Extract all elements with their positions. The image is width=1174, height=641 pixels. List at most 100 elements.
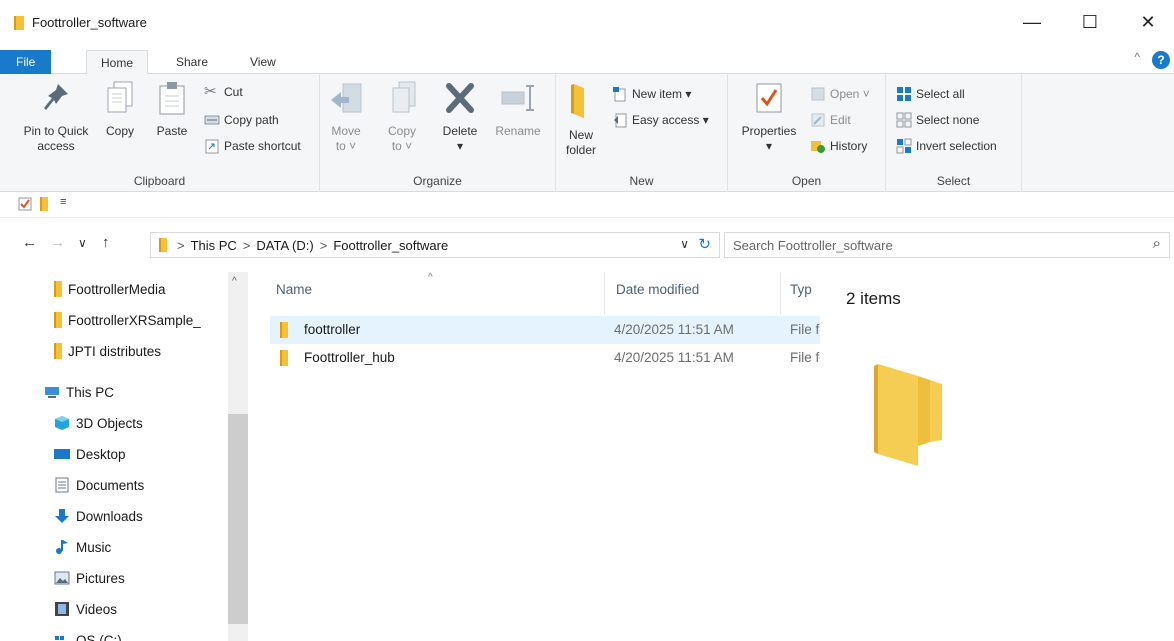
column-header-date-modified[interactable]: Date modified: [616, 282, 699, 297]
nav-item-downloads[interactable]: Downloads: [0, 501, 228, 531]
minimize-button[interactable]: —: [1020, 10, 1044, 34]
search-icon[interactable]: ⌕: [1153, 235, 1161, 252]
breadcrumb-separator: >: [242, 237, 251, 253]
nav-item-jpti-distributes[interactable]: JPTI distributes: [0, 336, 228, 366]
copy-button[interactable]: Copy: [100, 80, 140, 139]
select-all-button[interactable]: Select all: [896, 84, 965, 104]
copy-path-button[interactable]: Copy path: [204, 110, 279, 130]
folder-icon: [159, 238, 167, 252]
nav-item-label: FoottrollerXRSample_: [68, 312, 201, 328]
select-none-button[interactable]: Select none: [896, 110, 979, 130]
organize-group: Move to ˅ Copy to ˅ Delete ▾ Rename Orga…: [320, 74, 556, 192]
easy-access-button[interactable]: Easy access ▾: [612, 110, 709, 130]
nav-item-videos[interactable]: Videos: [0, 594, 228, 624]
pin-icon: [44, 84, 68, 110]
copy-to-button[interactable]: Copy to ˅: [382, 80, 422, 154]
file-list: ^ Name Date modified Typ foottroller 4/2…: [260, 272, 820, 641]
address-dropdown-button[interactable]: ∨: [680, 237, 689, 251]
recent-locations-button[interactable]: ∨: [78, 236, 87, 250]
back-button[interactable]: ←: [22, 234, 37, 251]
videos-icon: [55, 602, 69, 616]
cut-button[interactable]: ✂ Cut: [204, 82, 243, 102]
nav-item-foottrollermedia[interactable]: FoottrollerMedia: [0, 274, 228, 304]
search-box[interactable]: ⌕: [724, 232, 1170, 258]
scroll-thumb[interactable]: [228, 414, 248, 624]
rename-button[interactable]: Rename: [490, 80, 546, 139]
select-none-label: Select none: [916, 113, 980, 127]
delete-button[interactable]: Delete ▾: [438, 80, 482, 154]
folder-icon: [54, 343, 62, 359]
column-separator[interactable]: [604, 272, 605, 314]
file-name: foottroller: [304, 322, 361, 337]
pin-to-quick-access-button[interactable]: Pin to Quick access: [14, 80, 98, 154]
nav-item-label: JPTI distributes: [68, 343, 162, 359]
breadcrumb-separator: >: [177, 237, 185, 253]
refresh-button[interactable]: ↻: [698, 235, 711, 253]
paste-button[interactable]: Paste: [148, 80, 196, 139]
tab-view[interactable]: View: [236, 50, 290, 74]
maximize-button[interactable]: ☐: [1078, 10, 1102, 34]
navigation-scrollbar[interactable]: ^: [228, 272, 248, 641]
delete-label: Delete: [442, 124, 478, 138]
forward-button[interactable]: →: [50, 234, 65, 251]
new-folder-button[interactable]: New folder: [560, 80, 602, 158]
new-folder-icon: [571, 84, 584, 118]
up-button[interactable]: ↑: [102, 234, 110, 251]
cut-label: Cut: [224, 85, 243, 99]
tab-home[interactable]: Home: [86, 50, 149, 75]
copy-label: Copy: [105, 124, 134, 138]
rename-label: Rename: [495, 124, 541, 138]
properties-check-icon[interactable]: [18, 197, 32, 211]
tab-file[interactable]: File: [0, 50, 52, 74]
history-button[interactable]: History: [810, 136, 867, 156]
nav-item-foottrollerxrsample[interactable]: FoottrollerXRSample_: [0, 305, 228, 335]
table-row[interactable]: Foottroller_hub 4/20/2025 11:51 AM File …: [270, 344, 820, 372]
nav-item-this-pc[interactable]: This PC: [0, 377, 228, 407]
paste-label: Paste: [156, 124, 188, 138]
open-group-label: Open: [791, 174, 822, 188]
history-label: History: [830, 139, 868, 153]
new-folder-icon[interactable]: [40, 197, 48, 211]
properties-button[interactable]: Properties ▾: [736, 80, 802, 154]
copy-to-icon: [392, 81, 416, 113]
copy-icon: [107, 81, 133, 113]
column-separator[interactable]: [780, 272, 781, 314]
search-input[interactable]: [725, 237, 1135, 253]
invert-selection-button[interactable]: Invert selection: [896, 136, 997, 156]
collapse-ribbon-button[interactable]: ^: [1134, 50, 1140, 64]
file-name: Foottroller_hub: [304, 350, 395, 365]
column-header-name[interactable]: Name: [276, 282, 312, 297]
properties-label: Properties: [741, 124, 797, 138]
address-row: ← → ∨ ↑ > This PC > DATA (D:) > Foottrol…: [0, 224, 1174, 264]
help-icon[interactable]: ?: [1152, 51, 1170, 69]
nav-item-music[interactable]: Music: [0, 532, 228, 562]
address-bar[interactable]: > This PC > DATA (D:) > Foottroller_soft…: [150, 232, 720, 258]
close-button[interactable]: ✕: [1136, 10, 1160, 34]
pictures-icon: [54, 571, 70, 585]
customize-toolbar-button[interactable]: ≡: [60, 196, 66, 208]
nav-item-label: Desktop: [76, 446, 126, 462]
nav-item-desktop[interactable]: Desktop: [0, 439, 228, 469]
delete-icon: [446, 83, 474, 113]
open-button[interactable]: Open ˅: [810, 84, 870, 104]
edit-button[interactable]: Edit: [810, 110, 851, 130]
paste-shortcut-button[interactable]: Paste shortcut: [204, 136, 301, 156]
scroll-up-button[interactable]: ^: [232, 276, 237, 287]
tab-share[interactable]: Share: [162, 50, 222, 74]
table-row[interactable]: foottroller 4/20/2025 11:51 AM File fold…: [270, 316, 820, 344]
nav-item-documents[interactable]: Documents: [0, 470, 228, 500]
breadcrumb-data-drive[interactable]: DATA (D:): [256, 238, 313, 253]
nav-item-pictures[interactable]: Pictures: [0, 563, 228, 593]
move-to-button[interactable]: Move to ˅: [326, 80, 366, 154]
column-header-type[interactable]: Typ: [790, 282, 818, 297]
nav-item-os-drive[interactable]: OS (C:): [0, 625, 228, 641]
breadcrumb-this-pc[interactable]: This PC: [191, 238, 237, 253]
copy-path-label: Copy path: [224, 113, 279, 127]
breadcrumb-current-folder[interactable]: Foottroller_software: [333, 238, 448, 253]
window-title: Foottroller_software: [32, 15, 147, 30]
scissors-icon: ✂: [204, 83, 217, 100]
new-item-button[interactable]: New item ▾: [612, 84, 691, 104]
nav-item-3d-objects[interactable]: 3D Objects: [0, 408, 228, 438]
paste-shortcut-label: Paste shortcut: [224, 139, 301, 153]
open-label: Open ˅: [830, 87, 870, 101]
